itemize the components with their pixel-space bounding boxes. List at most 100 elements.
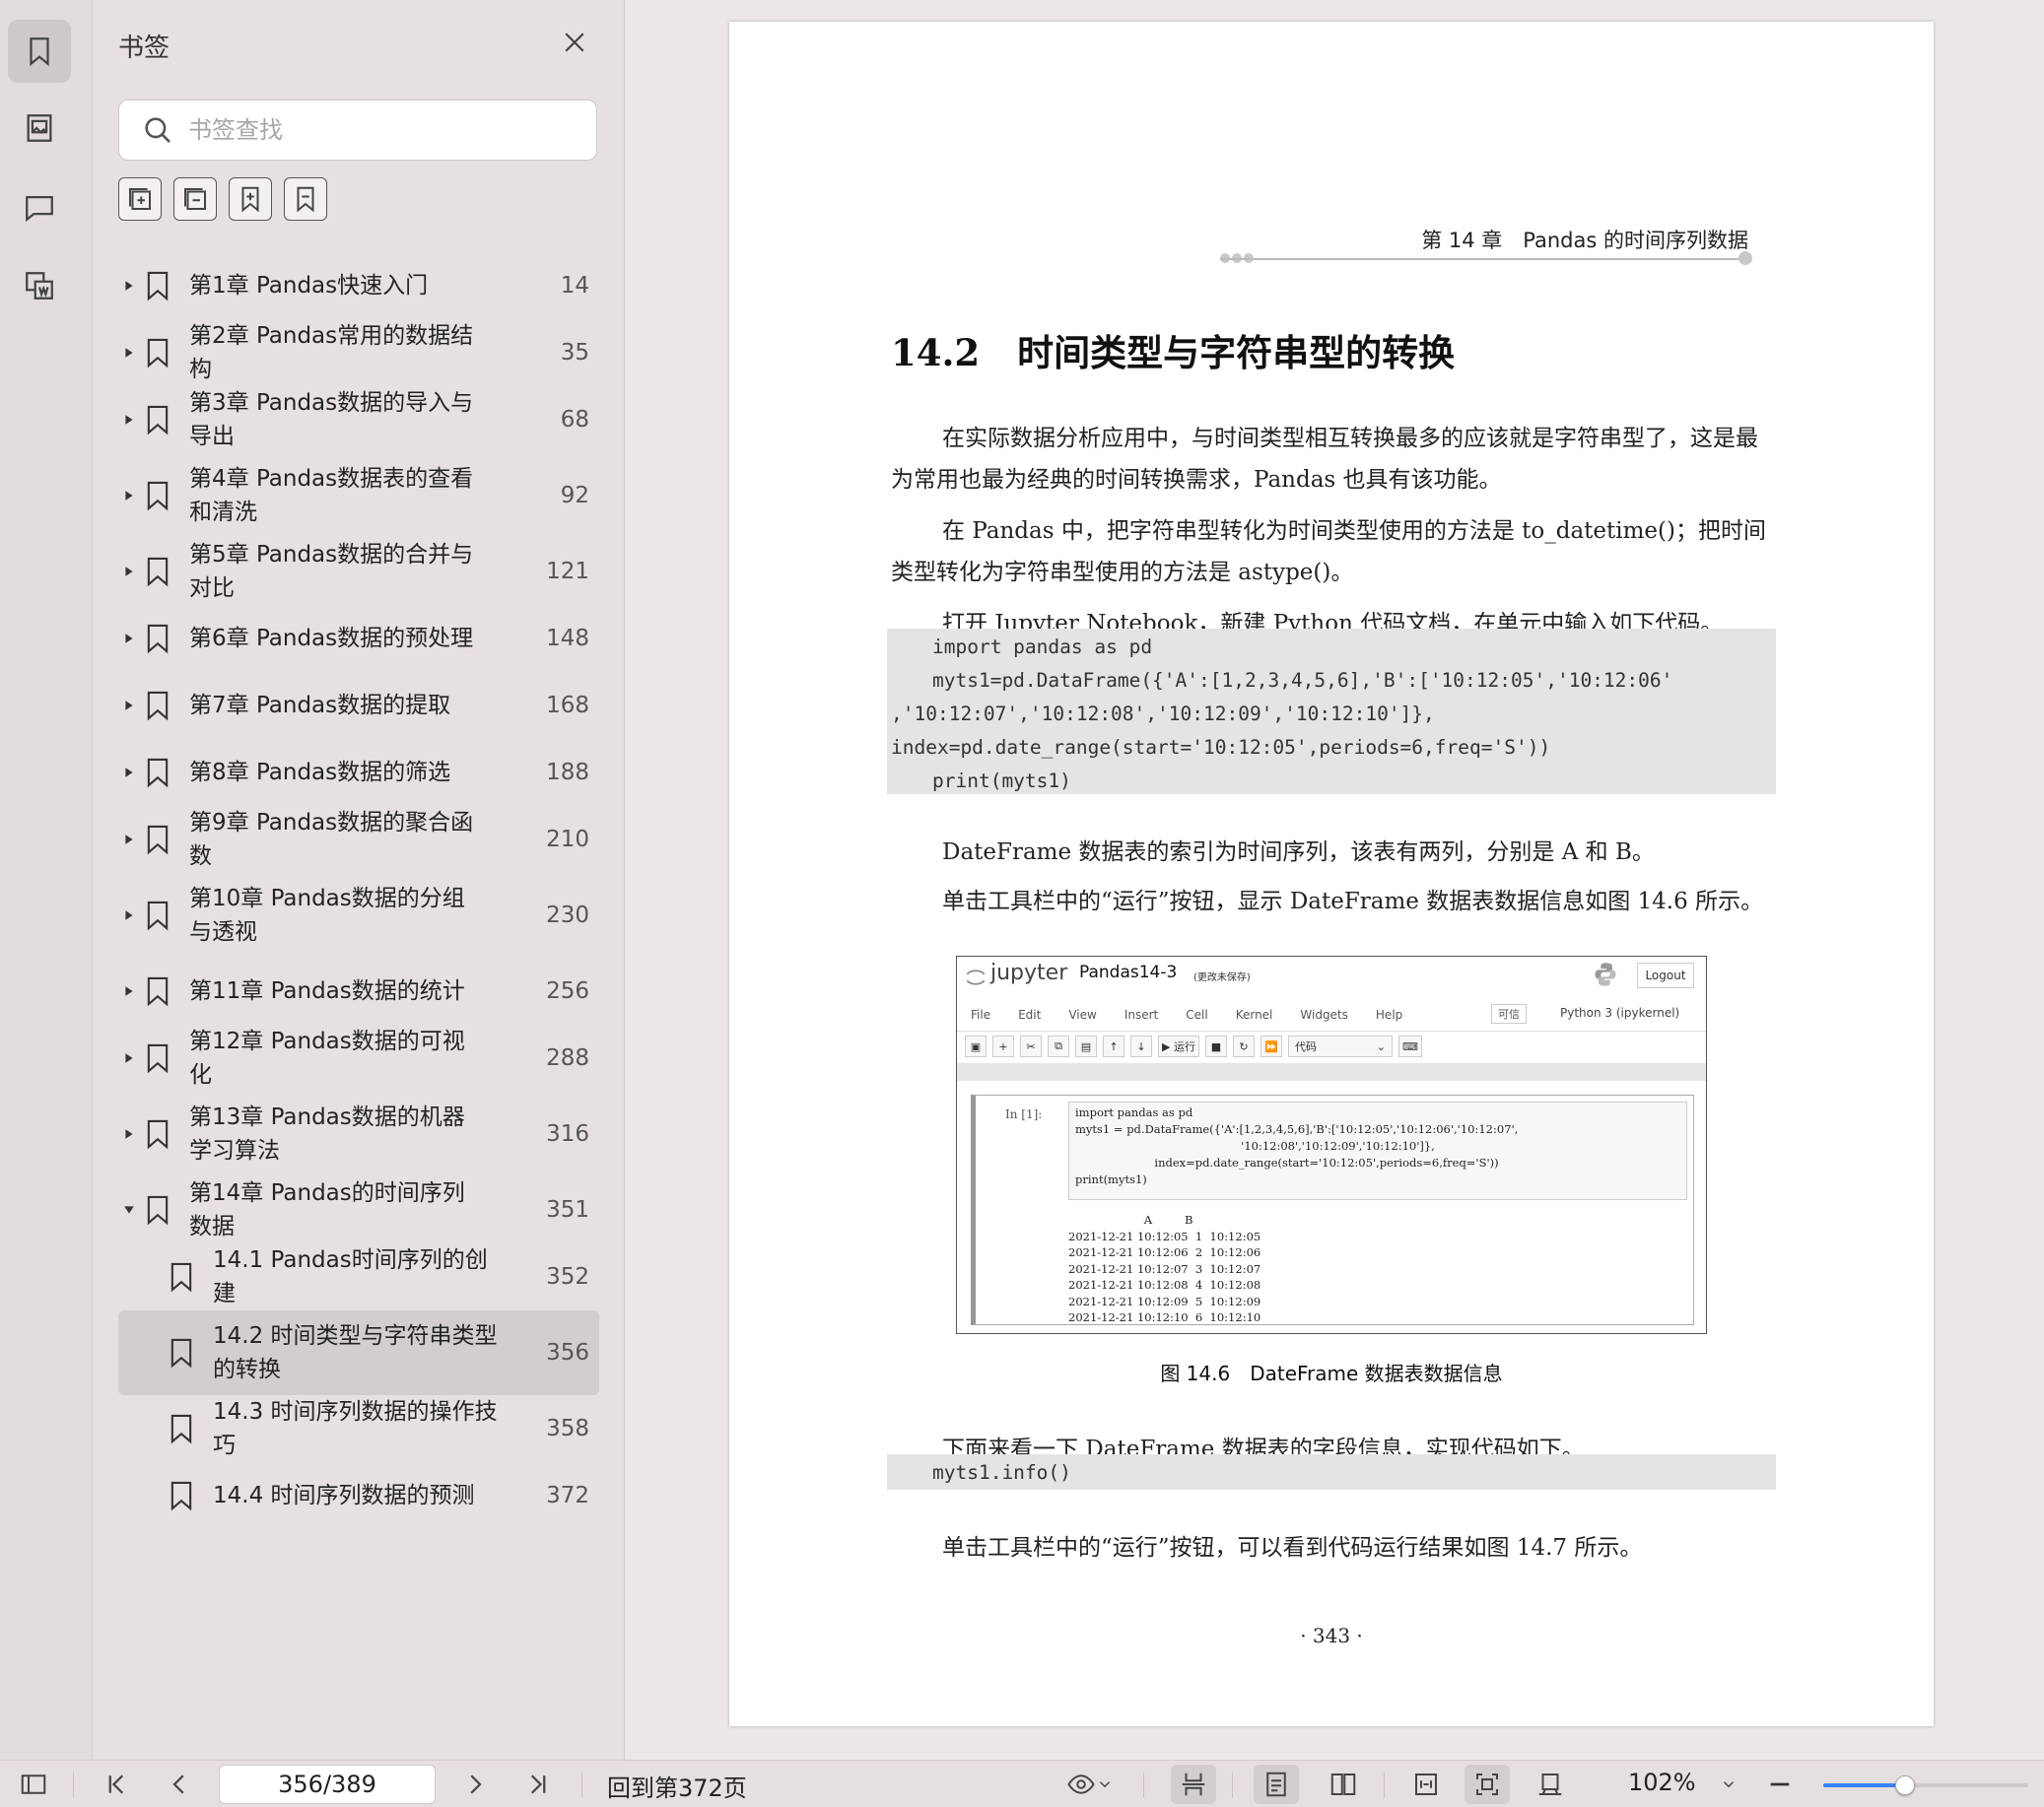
bookmark-label: 第14章 Pandas的时间序列数据 [189, 1180, 465, 1239]
actual-size-button[interactable] [1528, 1769, 1573, 1800]
separator [581, 1773, 582, 1798]
bookmark-item[interactable]: 第10章 Pandas数据的分组与透视 230 [93, 873, 625, 958]
collapse-all-button[interactable] [173, 177, 217, 221]
caret-right-icon[interactable] [122, 632, 136, 645]
comment-panel-button[interactable] [8, 175, 71, 238]
bookmark-label: 第3章 Pandas数据的导入与导出 [189, 390, 474, 449]
bookmark-page-number: 92 [560, 483, 589, 508]
zoom-dropdown-button[interactable] [1717, 1769, 1740, 1800]
two-page-button[interactable] [1321, 1769, 1366, 1800]
code-line: myts1=pd.DataFrame({'A':[1,2,3,4,5,6],'B… [932, 669, 1673, 692]
bookmark-icon [166, 1260, 197, 1294]
cell-prompt: In [1]: [1005, 1107, 1043, 1121]
bookmark-item[interactable]: 第1章 Pandas快速入门 14 [93, 252, 625, 319]
bookmark-item[interactable]: 第7章 Pandas数据的提取 168 [93, 672, 625, 739]
sidebar-icon [21, 1774, 46, 1794]
zoom-level[interactable]: 102% [1628, 1769, 1696, 1796]
thumbnail-panel-button[interactable] [8, 97, 71, 160]
fit-width-button[interactable] [1403, 1769, 1449, 1800]
previous-page-button[interactable] [162, 1769, 197, 1800]
input-line: import pandas as pd [1075, 1105, 1193, 1119]
bookmark-page-number: 35 [560, 340, 589, 366]
add-bookmark-button[interactable] [229, 177, 272, 221]
zoom-slider[interactable] [1823, 1775, 2028, 1795]
code-line: index=pd.date_range(start='10:12:05',per… [891, 736, 1551, 759]
bookmark-icon [142, 899, 173, 932]
bookmark-subitem[interactable]: 14.4 时间序列数据的预测 372 [93, 1462, 625, 1529]
bookmark-label: 第11章 Pandas数据的统计 [189, 978, 465, 1004]
bookmark-item[interactable]: 第11章 Pandas数据的统计 256 [93, 958, 625, 1025]
bookmark-panel-button[interactable] [8, 20, 71, 83]
page-number-input[interactable] [219, 1765, 436, 1804]
single-page-button[interactable] [1254, 1765, 1299, 1804]
bookmark-subitem[interactable]: 14.1 Pandas时间序列的创建 352 [93, 1243, 625, 1310]
go-back-link[interactable]: 回到第372页 [607, 1769, 747, 1803]
next-page-button[interactable] [457, 1769, 493, 1800]
bookmark-item[interactable]: 第6章 Pandas数据的预处理 148 [93, 605, 625, 672]
bookmark-item[interactable]: 第9章 Pandas数据的聚合函数 210 [93, 806, 625, 873]
continuous-scroll-button[interactable] [1171, 1765, 1216, 1804]
bookmark-icon [142, 403, 173, 436]
remove-bookmark-button[interactable] [284, 177, 327, 221]
panel-title: 书签 [118, 33, 170, 63]
paragraph: DateFrame 数据表的索引为时间序列，该表有两列，分别是 A 和 B。 [942, 839, 1655, 865]
input-line: index=pd.date_range(start='10:12:05',per… [1075, 1156, 1499, 1170]
last-page-icon [530, 1774, 546, 1794]
bookmark-subitem[interactable]: 14.3 时间序列数据的操作技巧 358 [93, 1395, 625, 1462]
image-icon [27, 114, 52, 142]
bookmark-label: 第13章 Pandas数据的机器学习算法 [189, 1104, 465, 1164]
bookmark-item[interactable]: 第13章 Pandas数据的机器学习算法 316 [93, 1092, 625, 1176]
jupyter-logo-text: jupyter [990, 961, 1068, 985]
toggle-sidebar-button[interactable] [16, 1769, 51, 1800]
output-line: 2021-12-21 10:12:10 6 10:12:10 [1068, 1310, 1261, 1324]
bookmark-subitem[interactable]: 14.2 时间类型与字符串类型的转换 356 [93, 1310, 625, 1395]
caret-down-icon[interactable] [122, 1203, 136, 1217]
zoom-slider-knob[interactable] [1895, 1775, 1916, 1795]
caret-right-icon[interactable] [122, 984, 136, 998]
caret-right-icon[interactable] [122, 413, 136, 427]
caret-right-icon[interactable] [122, 346, 136, 360]
document-viewer[interactable]: 第 14 章 Pandas 的时间序列数据 14.2 时间类型与字符串型的转换 在… [625, 0, 2044, 1760]
bookmark-icon [142, 1193, 173, 1227]
collapse-all-icon [184, 188, 206, 210]
chevron-down-icon [1099, 1781, 1111, 1788]
last-page-button[interactable] [520, 1769, 556, 1800]
caret-right-icon[interactable] [122, 279, 136, 293]
eye-icon [1067, 1774, 1095, 1794]
fit-page-button[interactable] [1465, 1765, 1510, 1804]
bookmark-item[interactable]: 第12章 Pandas数据的可视化 288 [93, 1025, 625, 1092]
caret-right-icon[interactable] [122, 1127, 136, 1141]
paste-icon: ▤ [1075, 1036, 1097, 1057]
caret-right-icon[interactable] [122, 766, 136, 779]
bookmark-item[interactable]: 第8章 Pandas数据的筛选 188 [93, 739, 625, 806]
bookmark-page-number: 358 [546, 1416, 589, 1441]
add-cell-icon: + [992, 1036, 1014, 1057]
search-input[interactable] [188, 116, 582, 144]
zoom-out-button[interactable] [1766, 1769, 1794, 1800]
extract-panel-button[interactable] [8, 254, 71, 317]
bookmark-item[interactable]: 第14章 Pandas的时间序列数据 351 [93, 1176, 625, 1243]
first-page-button[interactable] [99, 1769, 134, 1800]
bookmark-page-number: 148 [546, 626, 589, 651]
bookmark-page-number: 230 [546, 903, 589, 928]
caret-right-icon[interactable] [122, 489, 136, 502]
caret-right-icon[interactable] [122, 565, 136, 578]
bookmark-icon [142, 974, 173, 1008]
add-bookmark-icon [241, 186, 259, 213]
caret-right-icon[interactable] [122, 833, 136, 846]
bookmark-label: 第10章 Pandas数据的分组与透视 [189, 886, 465, 945]
caret-right-icon[interactable] [122, 1051, 136, 1065]
stop-icon: ■ [1204, 1036, 1227, 1057]
input-line: myts1 = pd.DataFrame({'A':[1,2,3,4,5,6],… [1075, 1122, 1519, 1136]
bookmark-item[interactable]: 第2章 Pandas常用的数据结构 35 [93, 319, 625, 386]
menu-item: Insert [1124, 1007, 1159, 1022]
caret-right-icon[interactable] [122, 908, 136, 922]
bookmark-item[interactable]: 第4章 Pandas数据表的查看和清洗 92 [93, 453, 625, 538]
bookmark-item[interactable]: 第3章 Pandas数据的导入与导出 68 [93, 386, 625, 453]
expand-all-button[interactable] [118, 177, 162, 221]
view-options-button[interactable] [1060, 1769, 1120, 1800]
caret-right-icon[interactable] [122, 699, 136, 712]
bookmark-search[interactable] [118, 100, 597, 161]
close-icon[interactable] [560, 28, 589, 57]
bookmark-item[interactable]: 第5章 Pandas数据的合并与对比 121 [93, 538, 625, 605]
